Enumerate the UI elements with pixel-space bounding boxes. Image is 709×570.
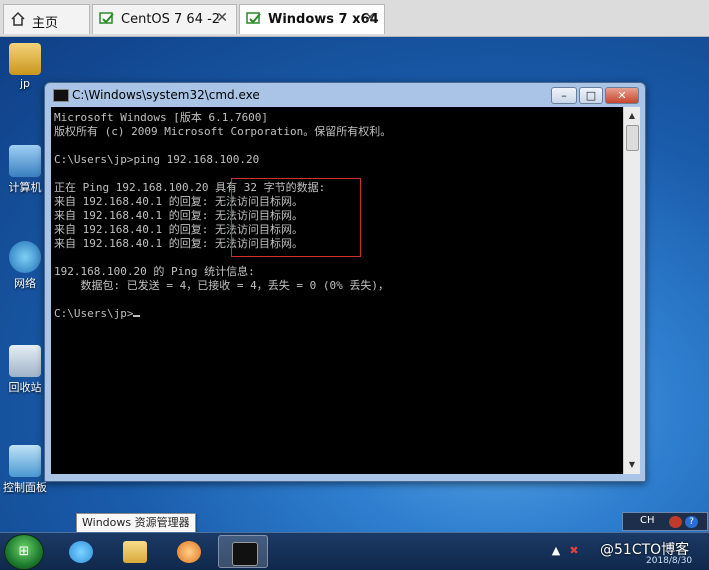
scroll-up-icon[interactable]: ▲	[626, 109, 638, 123]
network-icon	[9, 241, 41, 273]
windows-logo-icon: ⊞	[18, 544, 30, 559]
desktop-icon-label: jp	[19, 77, 31, 90]
vm-icon	[246, 12, 261, 24]
media-player-icon	[177, 541, 201, 563]
desktop-icon-user[interactable]: jp	[2, 43, 48, 90]
taskbar: ⊞ ▲ ✖ @51CTO博客 2018/8/30	[0, 532, 709, 570]
desktop-icon-label: 回收站	[8, 381, 42, 394]
text-cursor	[133, 315, 141, 317]
computer-icon	[9, 145, 41, 177]
desktop-icon-network[interactable]: 网络	[2, 241, 48, 291]
window-title: C:\Windows\system32\cmd.exe	[72, 88, 260, 102]
tab-centos[interactable]: CentOS 7 64 -2 ✕	[92, 4, 237, 34]
desktop-icon-recycle[interactable]: 回收站	[2, 345, 48, 395]
console-line: 来自 192.168.40.1 的回复: 无法访问目标网。	[54, 223, 303, 236]
tab-windows7[interactable]: Windows 7 x64 ✕	[239, 4, 385, 34]
start-button[interactable]: ⊞	[4, 534, 44, 570]
console-output[interactable]: Microsoft Windows [版本 6.1.7600] 版权所有 (c) …	[51, 107, 623, 474]
scroll-down-icon[interactable]: ▼	[626, 458, 638, 472]
tab-label: Windows 7 x64	[268, 12, 379, 27]
help-icon[interactable]: ?	[685, 516, 698, 528]
tab-label: 主页	[32, 16, 59, 31]
taskbar-media-player[interactable]	[164, 535, 214, 568]
language-indicator[interactable]: CH	[640, 515, 655, 526]
desktop-icon-label: 计算机	[8, 181, 42, 194]
cmd-icon	[53, 89, 69, 102]
console-line: 来自 192.168.40.1 的回复: 无法访问目标网。	[54, 209, 303, 222]
desktop-icon-label: 控制面板	[3, 481, 47, 494]
close-icon[interactable]: ✕	[364, 10, 376, 26]
control-panel-icon	[9, 445, 41, 477]
vm-tab-bar: 主页 CentOS 7 64 -2 ✕ Windows 7 x64 ✕	[0, 0, 709, 37]
console-line: 正在 Ping 192.168.100.20 具有 32 字节的数据:	[54, 181, 326, 194]
home-icon	[11, 11, 25, 26]
ime-icon[interactable]	[669, 516, 682, 528]
scroll-thumb[interactable]	[626, 125, 639, 151]
desktop-icon-control-panel[interactable]: 控制面板	[2, 445, 48, 495]
tab-label: CentOS 7 64 -2	[121, 12, 221, 27]
network-icon[interactable]: ✖	[567, 544, 581, 558]
user-folder-icon	[9, 43, 41, 75]
clock-date[interactable]: 2018/8/30	[646, 556, 692, 566]
taskbar-cmd[interactable]	[218, 535, 268, 568]
minimize-button[interactable]: –	[551, 87, 577, 104]
tab-home[interactable]: 主页	[3, 4, 90, 34]
cmd-window[interactable]: C:\Windows\system32\cmd.exe – □ ✕ Micros…	[44, 82, 646, 482]
tray-expand-icon[interactable]: ▲	[549, 544, 563, 558]
cmd-icon	[232, 542, 258, 566]
console-line: 数据包: 已发送 = 4，已接收 = 4，丢失 = 0 (0% 丢失)，	[54, 279, 389, 292]
console-line: 版权所有 (c) 2009 Microsoft Corporation。保留所有…	[54, 125, 392, 138]
console-line: 来自 192.168.40.1 的回复: 无法访问目标网。	[54, 195, 303, 208]
recycle-bin-icon	[9, 345, 41, 377]
language-bar[interactable]: CH ?	[622, 512, 708, 531]
close-button[interactable]: ✕	[605, 87, 639, 104]
console-line: C:\Users\jp>ping 192.168.100.20	[54, 153, 260, 166]
internet-explorer-icon	[69, 541, 93, 563]
console-line: 来自 192.168.40.1 的回复: 无法访问目标网。	[54, 237, 303, 250]
console-line: Microsoft Windows [版本 6.1.7600]	[54, 111, 269, 124]
window-titlebar[interactable]: C:\Windows\system32\cmd.exe – □ ✕	[45, 83, 645, 107]
taskbar-explorer[interactable]	[110, 535, 160, 568]
vertical-scrollbar[interactable]: ▲ ▼	[623, 107, 640, 474]
maximize-button[interactable]: □	[579, 87, 603, 104]
taskbar-ie[interactable]	[56, 535, 106, 568]
console-line: C:\Users\jp>	[54, 307, 623, 321]
vm-icon	[99, 12, 114, 24]
tooltip: Windows 资源管理器	[76, 513, 196, 533]
console-line: 192.168.100.20 的 Ping 统计信息:	[54, 265, 255, 278]
folder-icon	[123, 541, 147, 563]
close-icon[interactable]: ✕	[216, 10, 228, 26]
desktop-icon-computer[interactable]: 计算机	[2, 145, 48, 195]
desktop-icon-label: 网络	[14, 277, 36, 290]
